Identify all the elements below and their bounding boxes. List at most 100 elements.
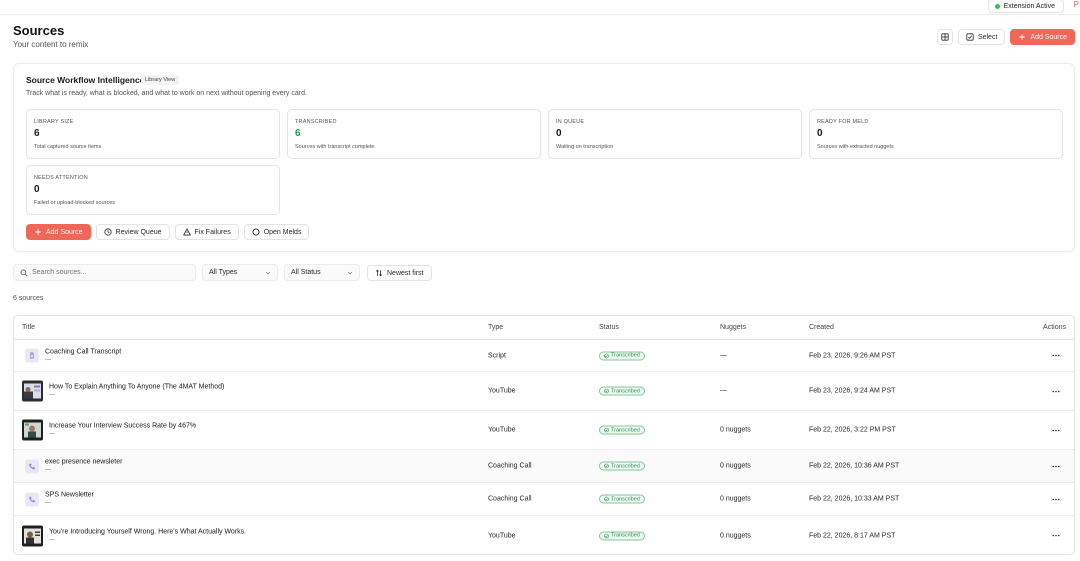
status-badge-label: Transcribed <box>611 427 640 433</box>
row-title[interactable]: Coaching Call Transcript <box>45 348 121 355</box>
open-melds-button[interactable]: Open Melds <box>243 224 310 240</box>
row-status: Transcribed <box>599 494 645 504</box>
select-button-label: Select <box>977 33 998 41</box>
search-input[interactable]: Search sources... <box>13 264 196 281</box>
status-filter-value: All Status <box>291 269 321 276</box>
type-filter-value: All Types <box>209 269 238 276</box>
row-created: Feb 22, 2026, 10:36 AM PST <box>809 462 900 470</box>
column-type[interactable]: Type <box>488 324 503 331</box>
table-row[interactable]: How To Explain Anything To Anyone (The 4… <box>14 372 1074 411</box>
check-circle-icon <box>604 533 609 538</box>
sort-button[interactable]: Newest first <box>367 265 432 281</box>
table-row[interactable]: Increase Your Interview Success Rate by … <box>14 411 1074 450</box>
fix-failures-button[interactable]: Fix Failures <box>174 224 239 240</box>
row-actions-button[interactable] <box>1051 426 1061 434</box>
select-button[interactable]: Select <box>957 29 1006 45</box>
row-created: Feb 23, 2026, 9:24 AM PST <box>809 387 896 395</box>
row-title[interactable]: exec presence newsleter <box>45 459 122 466</box>
check-circle-icon <box>604 496 609 502</box>
more-horizontal-icon <box>1052 498 1060 500</box>
row-actions-button[interactable] <box>1051 387 1061 395</box>
stat-hint: Total captured source items <box>34 144 102 150</box>
extension-status-label: Extension Active <box>1003 2 1055 10</box>
column-nuggets[interactable]: Nuggets <box>720 324 746 331</box>
grid-icon <box>941 33 949 41</box>
stat-needs-attention: NEEDS ATTENTION 0 Failed or upload-block… <box>26 165 280 215</box>
row-created: Feb 22, 2026, 10:33 AM PST <box>809 495 900 503</box>
row-actions-button[interactable] <box>1051 352 1061 360</box>
status-badge: Transcribed <box>599 386 645 396</box>
stat-value: 6 <box>295 128 301 139</box>
warning-icon <box>182 228 191 236</box>
table-row[interactable]: You're Introducing Yourself Wrong. Here'… <box>14 516 1074 554</box>
row-type: Script <box>488 352 506 359</box>
stat-label: TRANSCRIBED <box>295 119 337 125</box>
table-row[interactable]: exec presence newsleter — Coaching Call … <box>14 450 1074 483</box>
column-created[interactable]: Created <box>809 324 834 331</box>
row-type: Coaching Call <box>488 462 532 470</box>
row-actions-button[interactable] <box>1051 532 1061 540</box>
row-title[interactable]: How To Explain Anything To Anyone (The 4… <box>49 384 224 391</box>
check-circle-icon <box>604 463 609 469</box>
stat-label: NEEDS ATTENTION <box>34 175 88 181</box>
check-circle-icon <box>604 427 609 433</box>
more-horizontal-icon <box>1052 354 1060 357</box>
row-subtitle: — <box>49 537 55 543</box>
row-title[interactable]: Increase Your Interview Success Rate by … <box>49 423 196 430</box>
row-nuggets: — <box>720 352 727 359</box>
grid-view-button[interactable] <box>936 29 953 45</box>
search-placeholder: Search sources... <box>32 269 87 276</box>
stat-hint: Sources with extracted nuggets <box>817 144 894 150</box>
type-filter-select[interactable]: All Types <box>202 264 278 281</box>
more-horizontal-icon <box>1052 534 1060 537</box>
panel-title: Source Workflow Intelligence <box>26 75 145 85</box>
chevron-down-icon <box>265 271 271 274</box>
video-thumbnail <box>22 525 43 546</box>
check-circle-icon <box>604 388 609 394</box>
status-filter-select[interactable]: All Status <box>284 264 360 281</box>
status-badge-label: Transcribed <box>611 496 640 502</box>
column-actions: Actions <box>1043 324 1066 331</box>
column-title[interactable]: Title <box>22 324 35 331</box>
stat-value: 0 <box>34 184 40 195</box>
row-title-text: SPS Newsletter — <box>45 492 94 507</box>
page-subtitle: Your content to remix <box>13 40 89 49</box>
chevron-down-icon <box>347 271 353 274</box>
plus-icon <box>1019 34 1026 40</box>
workflow-intelligence-panel: Source Workflow Intelligence Library Vie… <box>13 63 1075 252</box>
row-title-text: You're Introducing Yourself Wrong. Here'… <box>49 528 246 543</box>
video-thumbnail <box>22 419 43 441</box>
circle-icon <box>252 228 260 236</box>
plus-icon <box>35 229 41 235</box>
table-row[interactable]: Coaching Call Transcript — Script Transc… <box>14 340 1074 372</box>
extension-status-badge[interactable]: Extension Active <box>987 0 1064 13</box>
row-subtitle: — <box>45 467 51 474</box>
more-horizontal-icon <box>1052 390 1060 392</box>
stat-label: IN QUEUE <box>556 119 585 125</box>
row-status: Transcribed <box>599 531 645 540</box>
row-subtitle: — <box>45 357 51 363</box>
row-title[interactable]: You're Introducing Yourself Wrong. Here'… <box>49 528 246 535</box>
row-title[interactable]: SPS Newsletter <box>45 492 94 499</box>
table-row[interactable]: SPS Newsletter — Coaching Call Transcrib… <box>14 483 1074 516</box>
checkbox-icon <box>966 33 974 41</box>
stat-in-queue: IN QUEUE 0 Waiting on transcription <box>548 109 802 159</box>
row-title-cell: exec presence newsleter — <box>22 459 122 474</box>
row-title-cell: How To Explain Anything To Anyone (The 4… <box>22 380 224 402</box>
panel-add-source-button[interactable]: Add Source <box>26 224 91 240</box>
status-badge-label: Transcribed <box>611 388 640 394</box>
row-title-text: How To Explain Anything To Anyone (The 4… <box>49 384 224 399</box>
row-subtitle: — <box>45 500 51 507</box>
stat-value: 6 <box>34 128 40 139</box>
review-queue-button[interactable]: Review Queue <box>95 224 170 240</box>
column-status[interactable]: Status <box>599 324 619 331</box>
row-actions-button[interactable] <box>1051 462 1061 470</box>
status-badge-label: Transcribed <box>611 463 640 469</box>
row-status: Transcribed <box>599 461 645 471</box>
add-source-button[interactable]: Add Source <box>1010 29 1075 45</box>
row-created: Feb 23, 2026, 9:26 AM PST <box>809 352 896 359</box>
phone-icon <box>25 459 39 473</box>
check-circle-icon <box>604 353 609 358</box>
row-type: YouTube <box>488 426 516 434</box>
row-actions-button[interactable] <box>1051 495 1061 503</box>
